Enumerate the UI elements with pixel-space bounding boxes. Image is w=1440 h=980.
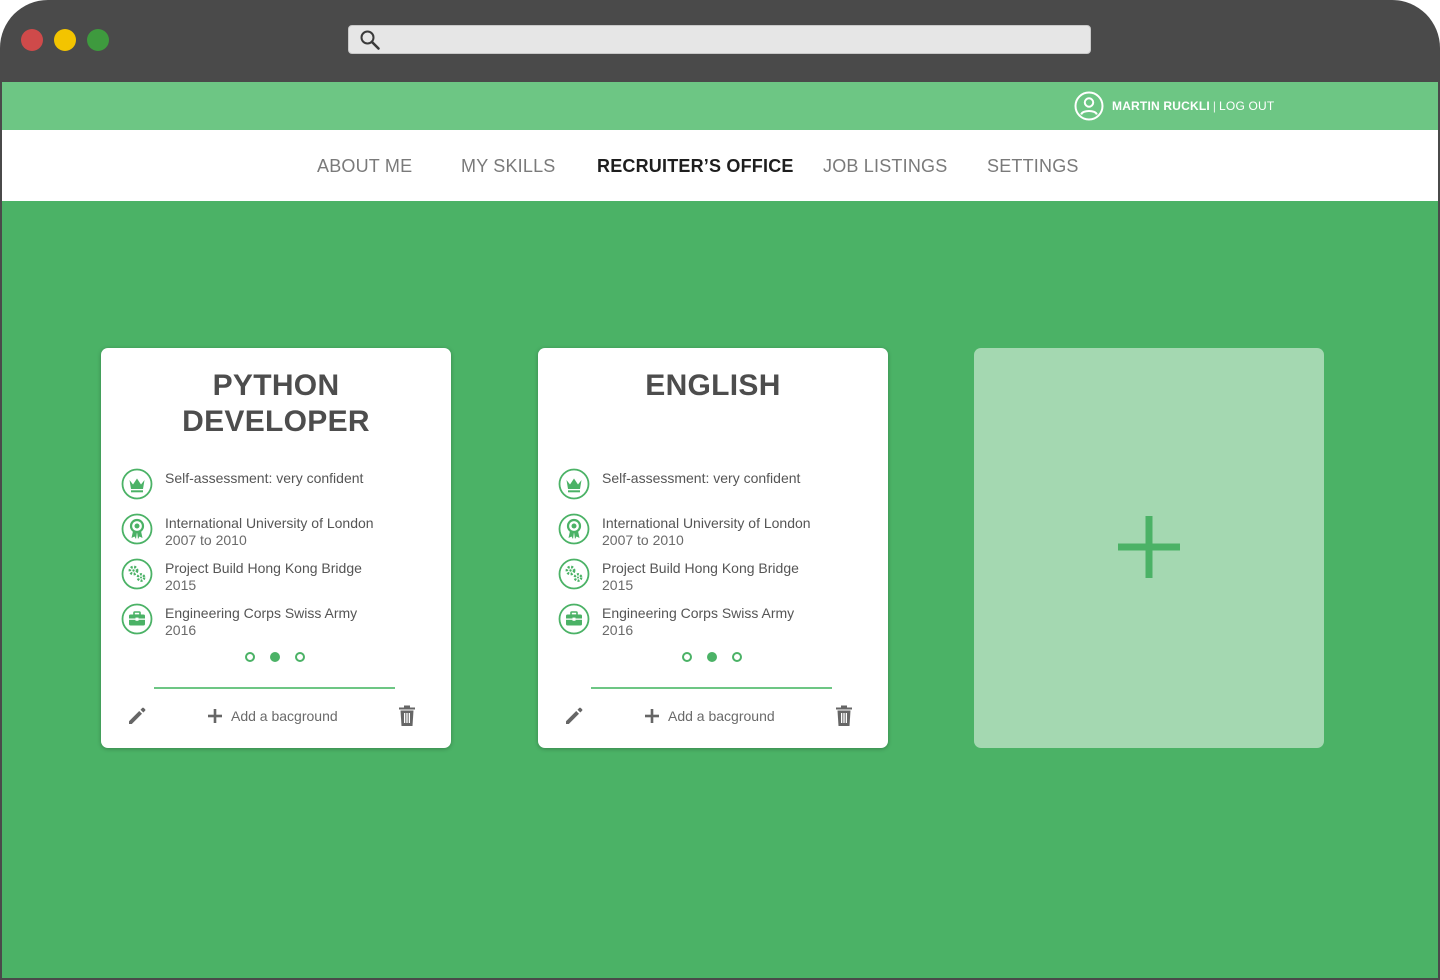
background-entry: Engineering Corps Swiss Army 2016 xyxy=(121,603,441,639)
entry-detail: 2015 xyxy=(165,577,197,593)
background-entry: International University of London 2007 … xyxy=(121,513,441,549)
crown-icon xyxy=(558,468,590,500)
plus-icon xyxy=(208,709,222,723)
carousel-pager xyxy=(245,651,309,663)
browser-titlebar xyxy=(0,0,1440,82)
user-name[interactable]: MARTIN RUCKLI xyxy=(1112,99,1210,113)
briefcase-icon xyxy=(121,603,153,635)
entry-title: Project Build Hong Kong Bridge xyxy=(165,560,362,576)
address-input[interactable] xyxy=(389,30,1079,50)
search-icon xyxy=(360,30,380,50)
entry-title: Engineering Corps Swiss Army xyxy=(165,605,358,621)
background-entry: Engineering Corps Swiss Army 2016 xyxy=(558,603,878,639)
pager-dot[interactable] xyxy=(245,652,255,662)
pencil-icon[interactable] xyxy=(125,704,149,728)
pager-dot-active[interactable] xyxy=(270,652,280,662)
nav-recruiters-office[interactable]: RECRUITER’S OFFICE xyxy=(597,156,794,177)
entry-detail: 2016 xyxy=(165,622,197,638)
pager-dot[interactable] xyxy=(732,652,742,662)
entry-detail: 2007 to 2010 xyxy=(165,532,247,548)
background-entry: International University of London 2007 … xyxy=(558,513,878,549)
skill-card-title: PYTHON DEVELOPER xyxy=(101,368,451,440)
entry-title: International University of London xyxy=(602,515,811,531)
card-actions: Add a bacground xyxy=(101,700,451,730)
nav-job-listings[interactable]: JOB LISTINGS xyxy=(823,156,947,177)
maximize-window-dot[interactable] xyxy=(87,29,109,51)
pager-dot[interactable] xyxy=(295,652,305,662)
gears-icon xyxy=(121,558,153,590)
close-window-dot[interactable] xyxy=(21,29,43,51)
nav-my-skills[interactable]: MY SKILLS xyxy=(461,156,556,177)
card-actions: Add a bacground xyxy=(538,700,888,730)
background-entry: Project Build Hong Kong Bridge 2015 xyxy=(558,558,878,594)
pencil-icon[interactable] xyxy=(562,704,586,728)
nav-about-me[interactable]: ABOUT ME xyxy=(317,156,412,177)
entry-detail: 2015 xyxy=(602,577,634,593)
background-entry: Project Build Hong Kong Bridge 2015 xyxy=(121,558,441,594)
skill-title-line: DEVELOPER xyxy=(182,405,370,438)
add-background-button[interactable]: Add a bacground xyxy=(644,705,775,727)
logout-link[interactable]: LOG OUT xyxy=(1219,99,1274,113)
minimize-window-dot[interactable] xyxy=(54,29,76,51)
nav-settings[interactable]: SETTINGS xyxy=(987,156,1079,177)
entry-title: International University of London xyxy=(165,515,374,531)
skill-title-line: PYTHON xyxy=(212,369,340,402)
entry-title: Self-assessment: very confident xyxy=(602,470,801,486)
crown-icon xyxy=(121,468,153,500)
skill-card: ENGLISH Self-assessment: very confident xyxy=(538,348,888,748)
briefcase-icon xyxy=(558,603,590,635)
pager-dot-active[interactable] xyxy=(707,652,717,662)
add-background-label: Add a bacground xyxy=(231,708,338,724)
browser-window: MARTIN RUCKLI | LOG OUT ABOUT ME MY SKIL… xyxy=(0,0,1440,980)
entry-title: Engineering Corps Swiss Army xyxy=(602,605,795,621)
skill-card: PYTHON DEVELOPER Self-assessment: very c… xyxy=(101,348,451,748)
award-ribbon-icon xyxy=(558,513,590,545)
trash-icon[interactable] xyxy=(834,704,854,728)
card-divider xyxy=(154,687,395,689)
skill-card-title: ENGLISH xyxy=(538,368,888,404)
pager-dot[interactable] xyxy=(682,652,692,662)
skill-title-line: ENGLISH xyxy=(645,369,781,402)
main-nav: ABOUT ME MY SKILLS RECRUITER’S OFFICE JO… xyxy=(2,130,1438,201)
plus-icon xyxy=(1118,516,1180,578)
add-background-button[interactable]: Add a bacground xyxy=(207,705,338,727)
page-viewport: MARTIN RUCKLI | LOG OUT ABOUT ME MY SKIL… xyxy=(2,82,1438,978)
gears-icon xyxy=(558,558,590,590)
user-menu: MARTIN RUCKLI | LOG OUT xyxy=(1074,91,1274,121)
add-skill-card[interactable] xyxy=(974,348,1324,748)
carousel-pager xyxy=(682,651,746,663)
award-ribbon-icon xyxy=(121,513,153,545)
user-circle-icon[interactable] xyxy=(1074,91,1104,121)
entry-title: Project Build Hong Kong Bridge xyxy=(602,560,799,576)
background-entry: Self-assessment: very confident xyxy=(558,468,878,504)
address-bar[interactable] xyxy=(348,25,1091,54)
add-background-label: Add a bacground xyxy=(668,708,775,724)
card-divider xyxy=(591,687,832,689)
background-entry: Self-assessment: very confident xyxy=(121,468,441,504)
trash-icon[interactable] xyxy=(397,704,417,728)
entry-title: Self-assessment: very confident xyxy=(165,470,364,486)
user-separator: | xyxy=(1212,99,1217,113)
entry-detail: 2016 xyxy=(602,622,634,638)
plus-icon xyxy=(645,709,659,723)
account-bar: MARTIN RUCKLI | LOG OUT xyxy=(2,82,1438,130)
entry-detail: 2007 to 2010 xyxy=(602,532,684,548)
